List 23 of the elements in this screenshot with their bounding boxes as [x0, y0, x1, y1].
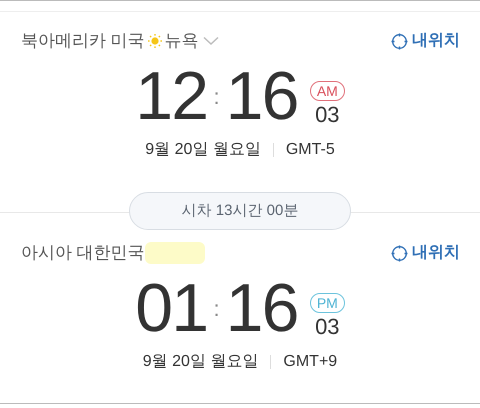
region-name: 아시아 대한민국 [21, 242, 145, 264]
city-name: 뉴욕 [164, 30, 199, 52]
period-badge: AM [310, 80, 345, 100]
minutes: 16 [226, 274, 298, 342]
crosshair-icon [391, 32, 408, 50]
time-separator: : [213, 86, 220, 108]
seconds: 03 [315, 100, 340, 128]
my-location-button[interactable]: 내위치 [391, 29, 460, 53]
date-text: 9월 20일 월요일 [145, 140, 261, 160]
crosshair-icon [391, 244, 408, 262]
time-difference-pill: 시차 13시간 00분 [129, 192, 351, 230]
region-name: 북아메리카 미국 [21, 30, 145, 52]
hours: 01 [135, 274, 208, 342]
my-location-button[interactable]: 내위치 [391, 241, 460, 265]
time-separator: : [213, 298, 220, 320]
minutes: 16 [226, 62, 298, 130]
timezone-text: GMT+9 [283, 352, 338, 372]
chevron-down-icon[interactable] [202, 36, 219, 46]
date-text: 9월 20일 월요일 [142, 352, 258, 372]
hours: 12 [135, 62, 208, 130]
timezone-text: GMT-5 [286, 140, 335, 160]
period-badge: PM [310, 292, 345, 312]
seconds: 03 [315, 312, 340, 340]
